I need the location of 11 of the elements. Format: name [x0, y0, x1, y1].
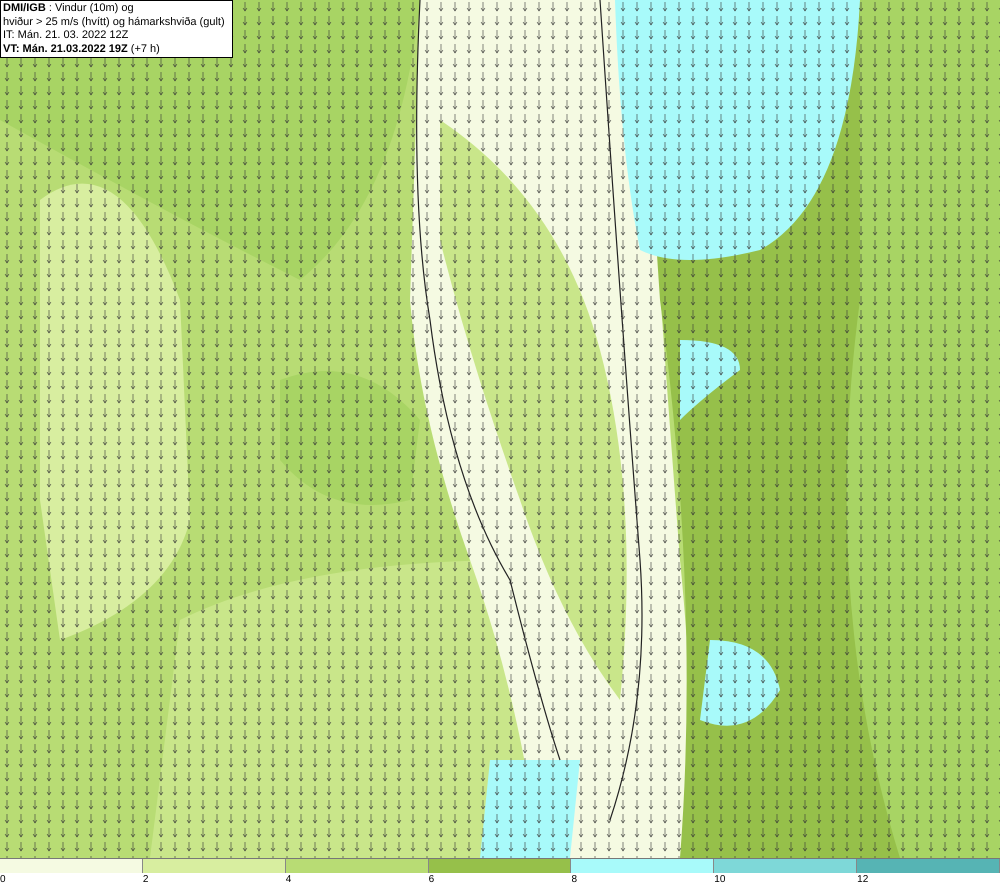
- legend-tick-label: 2: [142, 874, 148, 886]
- title-line: IT: Mán. 21. 03. 2022 12Z: [3, 29, 130, 42]
- title-line: DMI/IGB : Vindur (10m) og: [3, 2, 135, 16]
- legend-tick-label: 12: [857, 874, 868, 886]
- legend-tick-label: 0: [0, 874, 6, 886]
- legend-tick-label: 10: [714, 874, 726, 886]
- legend-tick-label: 4: [286, 874, 292, 886]
- title-line: VT: Mán. 21.03.2022 19Z (+7 h): [3, 42, 161, 56]
- legend-tick-label: 6: [428, 874, 434, 886]
- title-line: hviður > 25 m/s (hvítt) og hámarkshviða (gult): [3, 16, 226, 29]
- legend-tick-label: 8: [571, 874, 577, 886]
